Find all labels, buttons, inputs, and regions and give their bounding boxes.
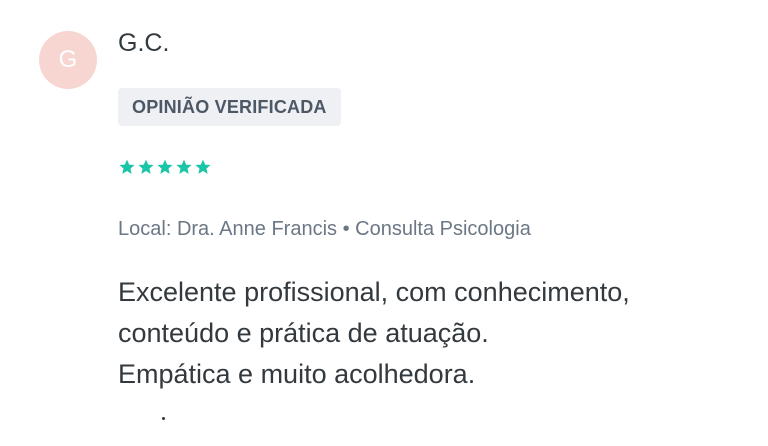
verified-badge: OPINIÃO VERIFICADA [118, 88, 341, 126]
meta-service: Consulta Psicologia [355, 218, 531, 240]
review-text-line: Excelente profissional, com conhecimento… [118, 277, 630, 307]
star-rating [118, 157, 212, 179]
meta-doctor: Dra. Anne Francis [176, 218, 338, 240]
avatar-initial: G [58, 46, 78, 73]
star-icon [119, 159, 135, 174]
star-icon [176, 159, 192, 174]
meta-separator: • [342, 218, 350, 240]
star-icon [138, 159, 154, 174]
star-icon [157, 159, 173, 174]
star-icon [195, 159, 211, 174]
review-text-line: Empática e muito acolhedora. [118, 359, 476, 389]
review-card: G G.C. OPINIÃO VERIFICADA Local: Dra. An… [0, 0, 768, 446]
review-text-line: conteúdo e prática de atuação. [118, 318, 489, 348]
meta-label: Local: [118, 218, 172, 240]
review-text: Excelente profissional, com conhecimento… [118, 272, 738, 395]
review-author: G.C. [118, 29, 170, 57]
review-meta: Local: Dra. Anne Francis • Consulta Psic… [118, 216, 531, 242]
verified-badge-label: OPINIÃO VERIFICADA [132, 96, 327, 117]
avatar: G [39, 31, 97, 89]
decorative-dot [162, 417, 165, 420]
